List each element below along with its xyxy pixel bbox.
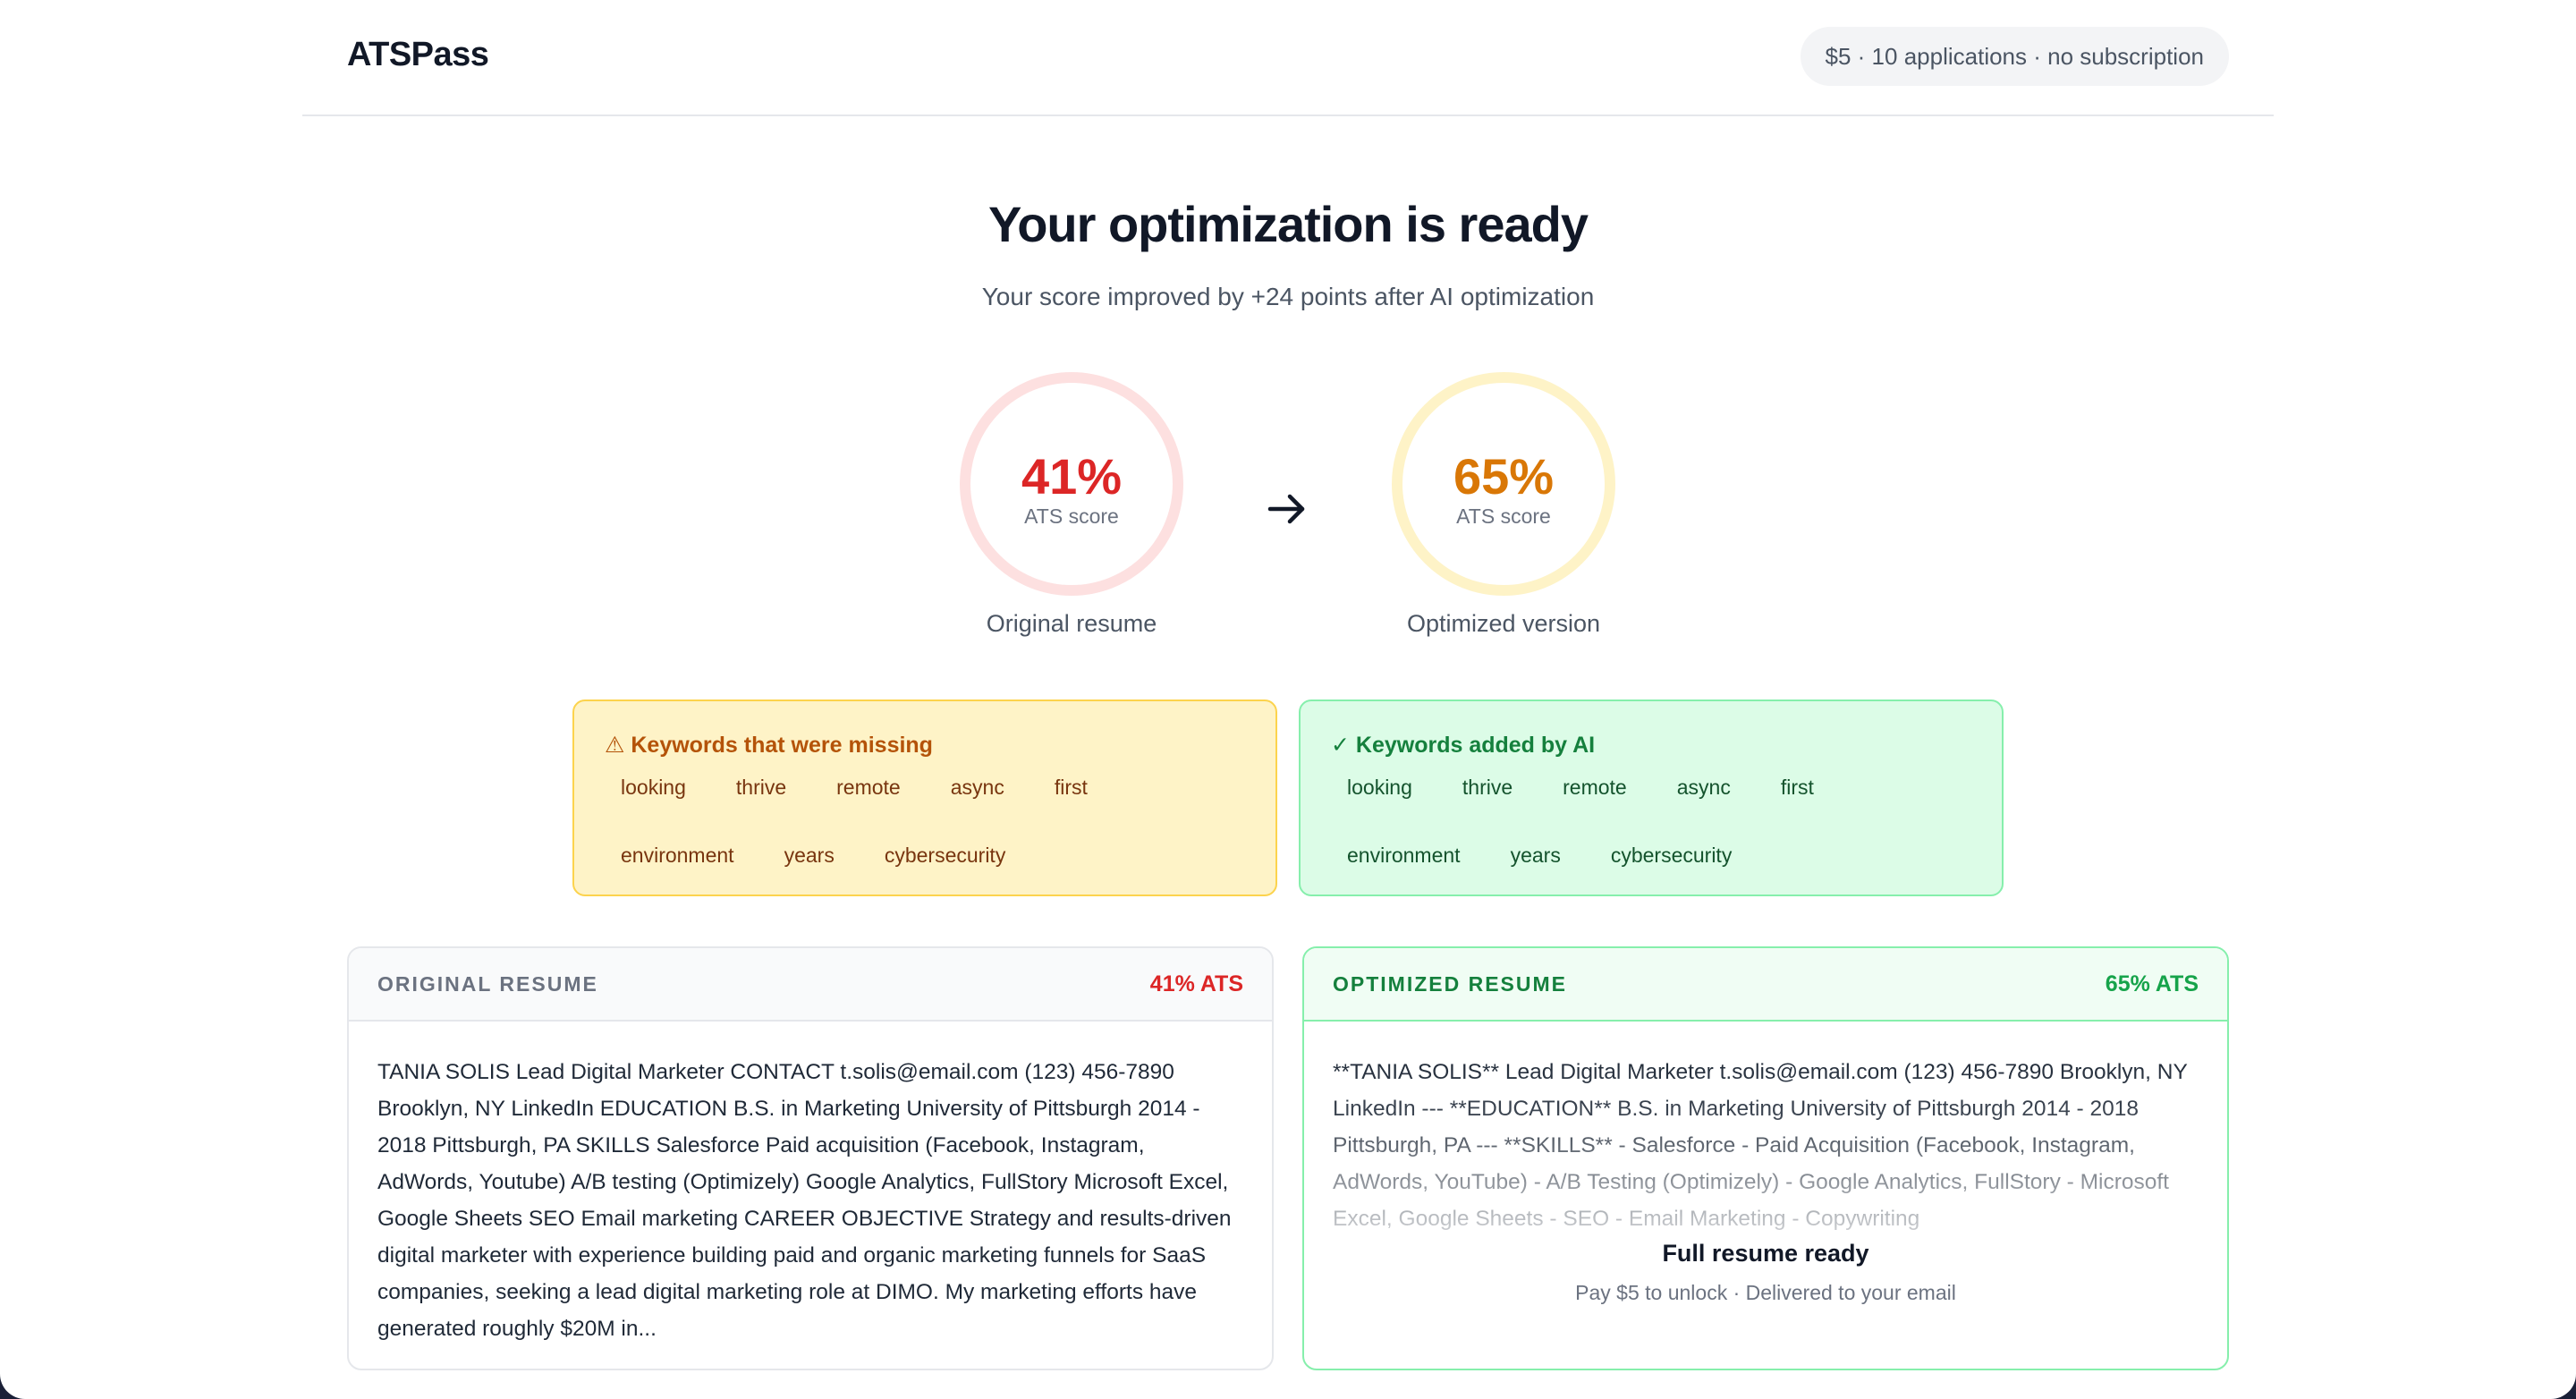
missing-keywords-title: ⚠ Keywords that were missing	[605, 733, 933, 758]
added-keywords-panel: ✓ Keywords added by AI looking thrive re…	[1299, 700, 2004, 896]
page-subtitle: Your score improved by +24 points after …	[981, 283, 1595, 310]
page-title: Your optimization is ready	[988, 196, 1589, 252]
optimized-score-caption: Optimized version	[1406, 610, 1601, 637]
original-resume-title: ORIGINAL RESUME	[377, 971, 598, 996]
optimized-score-ring: 65% ATS score	[1392, 372, 1615, 596]
original-resume-header: ORIGINAL RESUME 41% ATS	[349, 948, 1272, 1022]
logo[interactable]: ATSPass	[347, 36, 489, 74]
added-keywords-list: looking thrive remote async first enviro…	[1331, 769, 1975, 873]
original-score-value: 41%	[1021, 448, 1123, 504]
keyword-chip: async	[950, 776, 1004, 799]
keyword-chip: looking	[621, 776, 686, 799]
keyword-chip: environment	[1347, 844, 1461, 867]
original-resume-card: ORIGINAL RESUME 41% ATS TANIA SOLIS Lead…	[347, 946, 1274, 1370]
keyword-chip: cybersecurity	[1610, 844, 1733, 867]
keyword-chip: async	[1676, 776, 1731, 799]
original-score-label: ATS score	[1024, 504, 1119, 528]
unlock-title: Full resume ready	[1662, 1240, 1869, 1267]
keyword-chip: years	[1510, 844, 1561, 867]
keyword-chip: thrive	[735, 776, 787, 799]
keyword-chip: cybersecurity	[884, 844, 1006, 867]
keyword-chip: remote	[1563, 776, 1627, 799]
missing-keywords-panel: ⚠ Keywords that were missing looking thr…	[572, 700, 1277, 896]
optimized-resume-header: OPTIMIZED RESUME 65% ATS	[1304, 948, 2227, 1022]
keyword-chip: years	[784, 844, 835, 867]
optimized-resume-title: OPTIMIZED RESUME	[1333, 971, 1568, 996]
keyword-chip: looking	[1347, 776, 1412, 799]
optimized-resume-score: 65% ATS	[2105, 971, 2199, 996]
original-score-ring: 41% ATS score	[960, 372, 1183, 596]
missing-keywords-list: looking thrive remote async first enviro…	[605, 769, 1249, 873]
keyword-chip: first	[1054, 776, 1088, 799]
optimized-resume-card[interactable]: OPTIMIZED RESUME 65% ATS **TANIA SOLIS**…	[1302, 946, 2229, 1370]
unlock-subtitle[interactable]: Pay $5 to unlock · Delivered to your ema…	[1304, 1281, 2227, 1305]
optimized-score-label: ATS score	[1456, 504, 1551, 528]
added-keywords-title: ✓ Keywords added by AI	[1331, 733, 1596, 758]
original-score-caption: Original resume	[986, 610, 1157, 637]
optimized-score-value: 65%	[1453, 448, 1555, 504]
keyword-chip: thrive	[1462, 776, 1513, 799]
arrow-right-icon	[1267, 494, 1305, 524]
original-resume-text: TANIA SOLIS Lead Digital Marketer CONTAC…	[377, 1060, 1232, 1341]
keyword-chip: environment	[621, 844, 734, 867]
page: ATSPass $5 · 10 applications · no subscr…	[0, 0, 2576, 1399]
keyword-chip: remote	[836, 776, 901, 799]
original-resume-score: 41% ATS	[1149, 971, 1243, 996]
pricing-badge: $5 · 10 applications · no subscription	[1800, 27, 2229, 86]
top-header: ATSPass $5 · 10 applications · no subscr…	[302, 0, 2274, 116]
keyword-chip: first	[1780, 776, 1814, 799]
